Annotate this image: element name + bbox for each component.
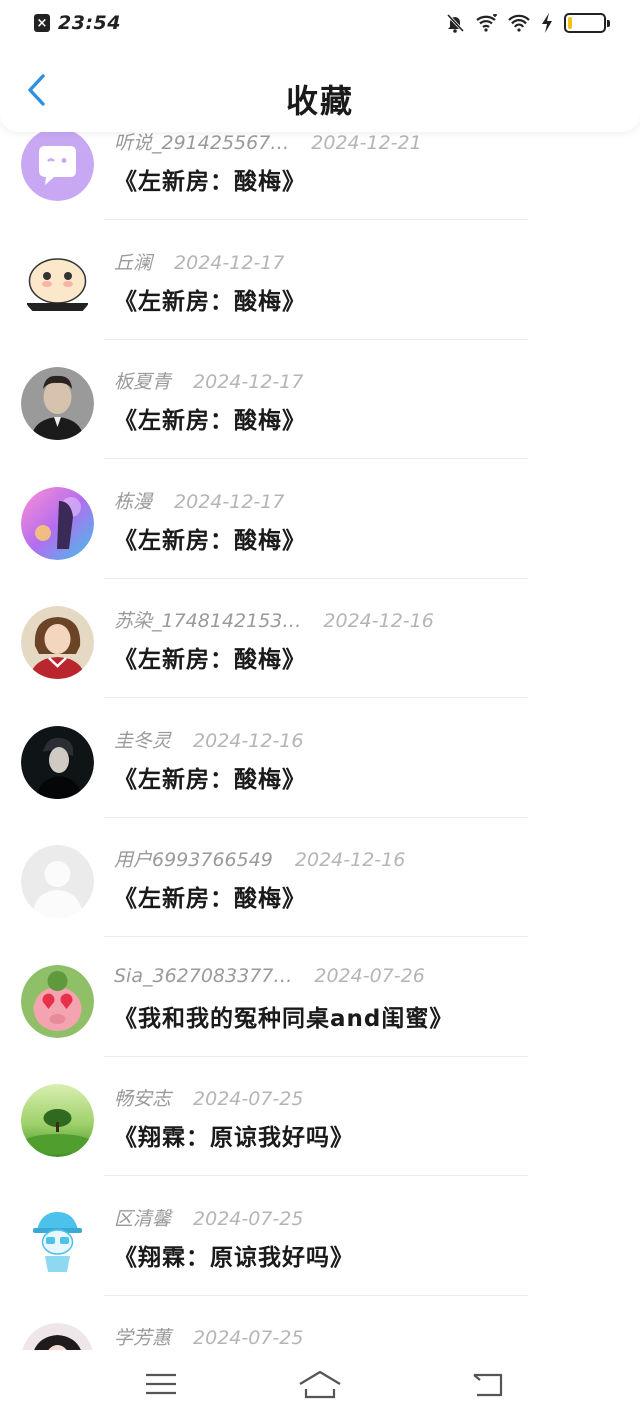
user-name: 圭冬灵 xyxy=(114,729,172,752)
wifi-icon xyxy=(476,12,498,34)
work-title[interactable]: 《左新房：酸梅》 xyxy=(114,640,306,674)
row-divider xyxy=(104,1175,528,1176)
favorite-item[interactable]: 栋漫 2024-12-17 《左新房：酸梅》 xyxy=(0,486,640,607)
user-avatar[interactable] xyxy=(21,486,94,560)
user-avatar[interactable] xyxy=(21,128,94,201)
favorites-list[interactable]: 听说_291425567… 2024-12-21 《左新房：酸梅》 丘澜 2024-12… xyxy=(0,118,640,1350)
favorite-item[interactable]: 用户6993766549 2024-12-16 《左新房：酸梅》 xyxy=(0,845,640,965)
favorite-item[interactable]: 板夏青 2024-12-17 《左新房：酸梅》 xyxy=(0,367,640,487)
favorite-date: 2024-12-16 xyxy=(294,849,406,871)
page-header: 收藏 xyxy=(0,48,640,132)
row-divider xyxy=(104,1294,528,1296)
work-title[interactable]: 《左新房：酸梅》 xyxy=(114,879,306,913)
favorite-meta: 圭冬灵 2024-12-16 xyxy=(114,726,303,753)
favorite-item[interactable]: 区清馨 2024-07-25 《翔霖：原谅我好吗》 xyxy=(0,1203,640,1324)
user-name: 学芳蕙 xyxy=(114,1327,172,1349)
favorite-date: 2024-07-25 xyxy=(193,1088,304,1110)
favorite-item[interactable]: 丘澜 2024-12-17 《左新房：酸梅》 xyxy=(0,247,640,368)
row-divider xyxy=(104,338,528,340)
row-divider xyxy=(104,577,528,579)
user-avatar[interactable] xyxy=(21,964,94,1038)
home-icon xyxy=(299,1370,341,1399)
work-title[interactable]: 《左新房：酸梅》 xyxy=(114,760,306,794)
home-button[interactable] xyxy=(290,1366,350,1402)
work-title[interactable]: 《左新房：酸梅》 xyxy=(114,162,306,196)
favorite-date: 2024-07-25 xyxy=(193,1327,304,1349)
work-title[interactable]: 《我和我的冤种同桌and闺蜜》 xyxy=(114,999,453,1033)
row-divider xyxy=(104,1055,528,1057)
work-title[interactable]: 《翔霖：原谅我好吗》 xyxy=(114,1238,354,1272)
user-avatar[interactable] xyxy=(21,247,94,321)
user-name: 听说_291425567… xyxy=(114,132,290,154)
favorite-meta: 用户6993766549 2024-12-16 xyxy=(114,845,405,872)
charging-icon xyxy=(540,12,554,34)
user-avatar[interactable] xyxy=(21,1323,94,1350)
user-name: 苏染_1748142153… xyxy=(114,610,302,632)
system-back-button[interactable] xyxy=(458,1366,518,1402)
favorite-date: 2024-12-21 xyxy=(311,132,422,154)
favorite-date: 2024-12-17 xyxy=(174,251,285,274)
favorite-date: 2024-12-16 xyxy=(323,610,434,632)
mute-bell-icon xyxy=(444,12,466,34)
favorite-meta: Sia_3627083377… 2024-07-26 xyxy=(114,965,425,987)
row-divider xyxy=(104,458,528,459)
user-name: 用户6993766549 xyxy=(114,849,273,871)
favorite-item[interactable]: 学芳蕙 2024-07-25 xyxy=(0,1323,640,1350)
app-notification-icon: × xyxy=(34,14,50,32)
row-divider xyxy=(104,936,528,937)
user-avatar[interactable] xyxy=(21,1084,94,1157)
favorite-meta: 学芳蕙 2024-07-25 xyxy=(114,1323,303,1350)
user-avatar[interactable] xyxy=(21,367,94,440)
favorite-date: 2024-12-17 xyxy=(193,371,304,393)
user-avatar[interactable] xyxy=(21,606,94,679)
status-bar: × 23:54 xyxy=(0,0,640,48)
row-divider xyxy=(104,816,528,818)
user-avatar[interactable] xyxy=(21,725,94,799)
user-name: 区清馨 xyxy=(114,1207,172,1230)
favorite-item[interactable]: Sia_3627083377… 2024-07-26 《我和我的冤种同桌and闺蜜》 xyxy=(0,964,640,1085)
favorite-meta: 丘澜 2024-12-17 xyxy=(114,248,284,275)
favorite-meta: 听说_291425567… 2024-12-21 xyxy=(114,128,422,155)
user-name: 丘澜 xyxy=(114,251,153,274)
system-nav-bar xyxy=(0,1350,640,1422)
work-title[interactable]: 《左新房：酸梅》 xyxy=(114,401,306,435)
back-icon xyxy=(473,1373,503,1397)
work-title[interactable]: 《翔霖：原谅我好吗》 xyxy=(114,1118,354,1152)
favorite-meta: 栋漫 2024-12-17 xyxy=(114,487,284,514)
user-name: 栋漫 xyxy=(114,490,153,513)
favorite-item[interactable]: 畅安志 2024-07-25 《翔霖：原谅我好吗》 xyxy=(0,1084,640,1204)
favorite-meta: 苏染_1748142153… 2024-12-16 xyxy=(114,606,434,633)
favorite-meta: 区清馨 2024-07-25 xyxy=(114,1204,303,1231)
battery-level xyxy=(568,17,572,29)
wifi-icon-2 xyxy=(508,12,530,34)
user-avatar[interactable] xyxy=(21,845,94,918)
favorite-item[interactable]: 圭冬灵 2024-12-16 《左新房：酸梅》 xyxy=(0,725,640,846)
favorite-item[interactable]: 苏染_1748142153… 2024-12-16 《左新房：酸梅》 xyxy=(0,606,640,726)
row-divider xyxy=(104,219,528,220)
user-name: 畅安志 xyxy=(114,1088,172,1110)
favorite-date: 2024-07-26 xyxy=(314,964,425,987)
page-title: 收藏 xyxy=(285,82,354,120)
favorite-meta: 板夏青 2024-12-17 xyxy=(114,367,303,394)
favorite-date: 2024-12-16 xyxy=(193,729,304,752)
favorite-date: 2024-12-17 xyxy=(174,490,285,513)
user-name: 板夏青 xyxy=(114,371,172,393)
battery-icon xyxy=(564,13,610,33)
user-avatar[interactable] xyxy=(21,1203,94,1277)
favorite-meta: 畅安志 2024-07-25 xyxy=(114,1084,303,1111)
favorite-date: 2024-07-25 xyxy=(193,1207,304,1230)
status-left: × 23:54 xyxy=(34,12,121,34)
menu-icon xyxy=(146,1373,176,1395)
status-clock: 23:54 xyxy=(58,12,121,34)
menu-button[interactable] xyxy=(131,1366,191,1402)
status-right xyxy=(444,12,610,34)
row-divider xyxy=(104,697,528,698)
work-title[interactable]: 《左新房：酸梅》 xyxy=(114,282,306,316)
favorite-item[interactable]: 听说_291425567… 2024-12-21 《左新房：酸梅》 xyxy=(0,128,640,248)
user-name: Sia_3627083377… xyxy=(114,964,293,987)
work-title[interactable]: 《左新房：酸梅》 xyxy=(114,521,306,555)
